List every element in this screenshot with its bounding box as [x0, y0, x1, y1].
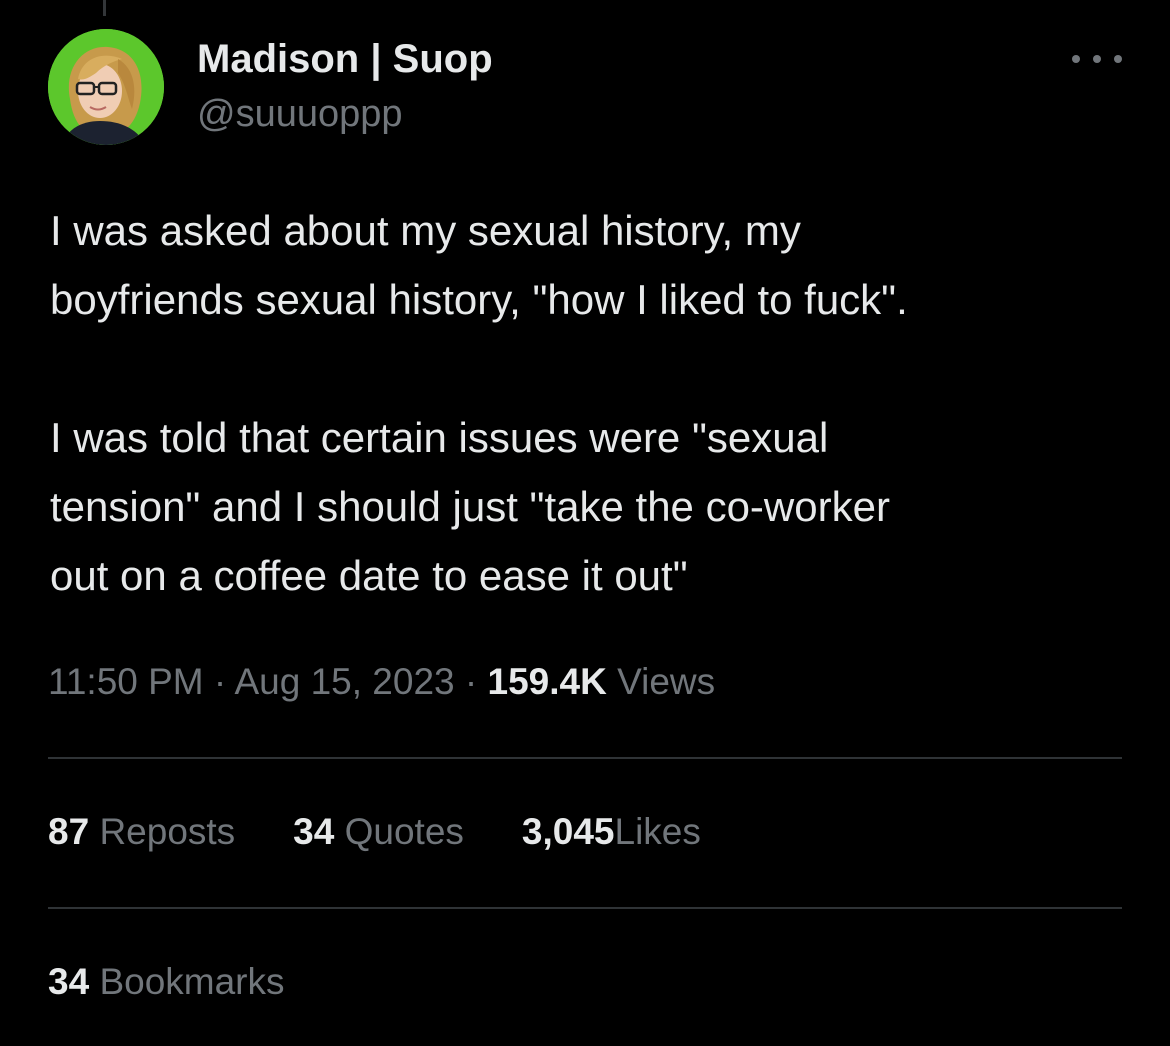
reposts-label: Reposts: [99, 811, 236, 852]
engagement-stats: 87 Reposts 34 Quotes 3,045Likes: [48, 808, 701, 856]
tweet-text: I was asked about my sexual history, my …: [50, 196, 1130, 610]
reposts-stat[interactable]: 87 Reposts: [48, 808, 235, 856]
tweet-line: I was told that certain issues were "sex…: [50, 414, 829, 461]
quotes-count: 34: [293, 811, 335, 852]
more-dot: [1093, 55, 1101, 63]
tweet-line: I was asked about my sexual history, my: [50, 207, 801, 254]
bookmarks-count: 34: [48, 961, 90, 1002]
more-dot: [1114, 55, 1122, 63]
reposts-count: 87: [48, 811, 90, 852]
tweet-line: tension" and I should just "take the co-…: [50, 483, 890, 530]
views-label[interactable]: Views: [617, 661, 715, 702]
bookmarks-label: Bookmarks: [99, 961, 285, 1002]
divider: [48, 757, 1122, 759]
tweet-meta: 11:50 PM · Aug 15, 2023 · 159.4K Views: [48, 658, 715, 706]
meta-separator: ·: [203, 661, 235, 702]
quotes-label: Quotes: [344, 811, 464, 852]
more-dots-icon[interactable]: [1072, 46, 1122, 72]
likes-label: Likes: [614, 811, 701, 852]
tweet-time[interactable]: 11:50 PM: [48, 661, 204, 702]
meta-separator: ·: [454, 661, 488, 702]
avatar[interactable]: [48, 29, 164, 145]
likes-stat[interactable]: 3,045Likes: [522, 808, 701, 856]
views-count[interactable]: 159.4K: [488, 661, 607, 702]
likes-count: 3,045: [521, 811, 615, 852]
more-dot: [1072, 55, 1080, 63]
tweet-date[interactable]: Aug 15, 2023: [234, 661, 454, 702]
tweet-line: out on a coffee date to ease it out": [50, 552, 688, 599]
profile-photo-icon: [48, 29, 164, 145]
divider: [48, 907, 1122, 909]
bookmarks-stat[interactable]: 34 Bookmarks: [48, 958, 285, 1006]
quotes-stat[interactable]: 34 Quotes: [293, 808, 464, 856]
user-handle[interactable]: @suuuoppp: [197, 92, 403, 136]
tweet-line: boyfriends sexual history, "how I liked …: [50, 276, 908, 323]
display-name[interactable]: Madison | Suop: [197, 36, 493, 82]
thread-connector-line: [103, 0, 106, 16]
paragraph-break: [50, 334, 1130, 403]
